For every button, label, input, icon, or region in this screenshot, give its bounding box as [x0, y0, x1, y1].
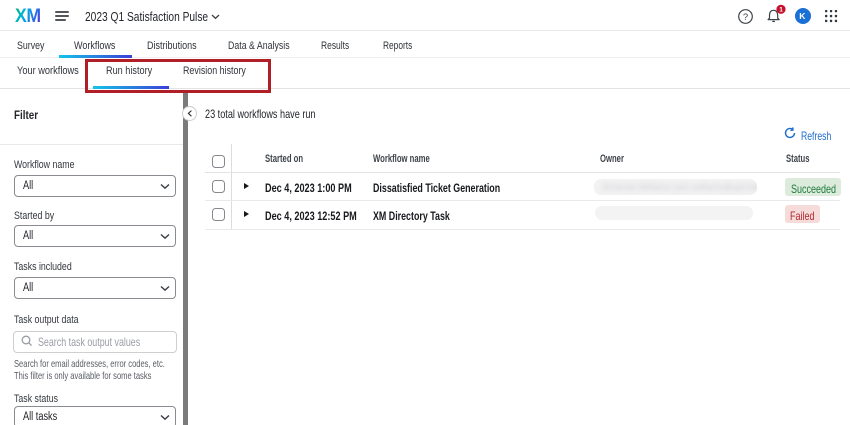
svg-text:?: ? [743, 12, 748, 23]
svg-text:1: 1 [779, 7, 783, 14]
